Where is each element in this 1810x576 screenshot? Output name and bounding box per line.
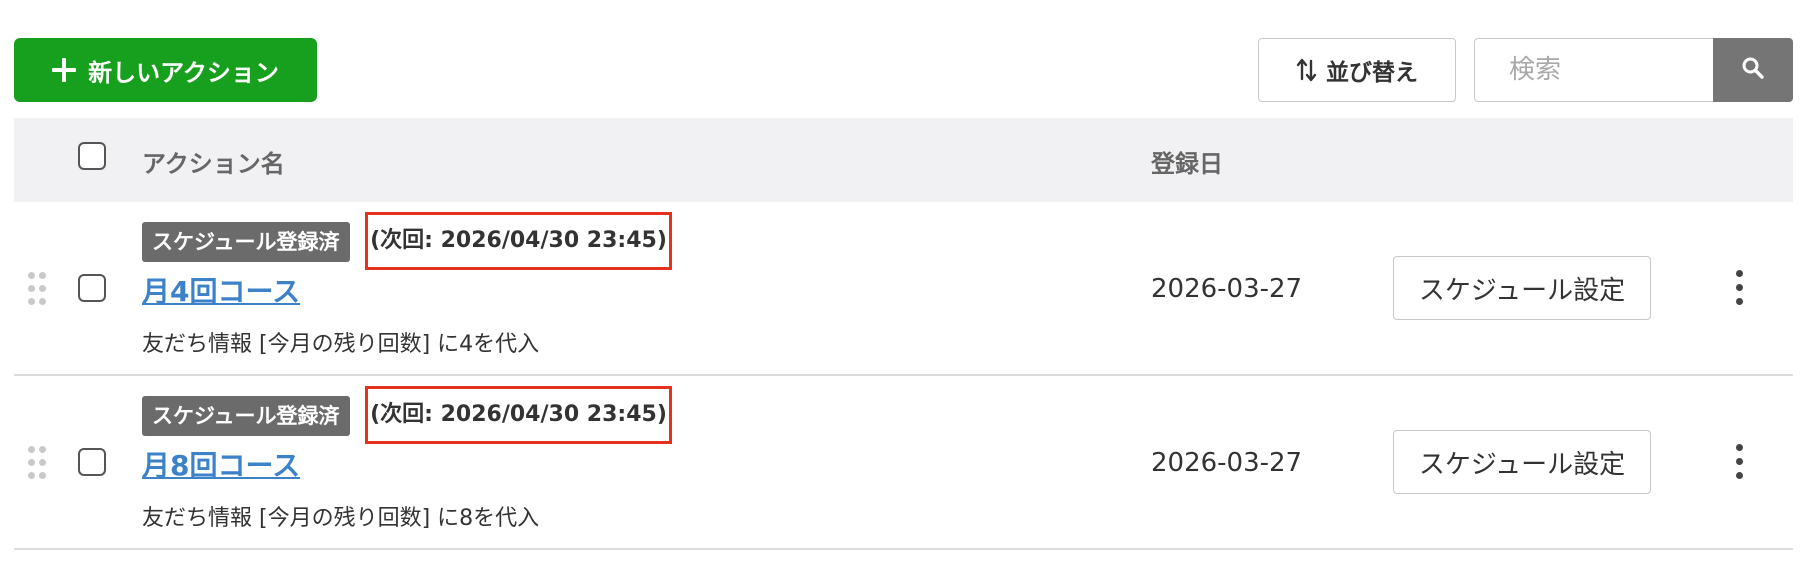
sort-button[interactable]: 並び替え — [1258, 38, 1456, 102]
registered-date: 2026-03-27 — [1151, 448, 1303, 478]
search-input[interactable] — [1474, 38, 1714, 102]
schedule-settings-button[interactable]: スケジュール設定 — [1393, 256, 1651, 320]
sort-label: 並び替え — [1326, 60, 1418, 86]
row-checkbox[interactable] — [78, 448, 106, 476]
new-action-label: 新しいアクション — [88, 58, 279, 87]
action-name-link[interactable]: 月8回コース — [142, 444, 300, 484]
next-run-time: (次回: 2026/04/30 23:45) — [365, 386, 672, 444]
action-name-link[interactable]: 月4回コース — [142, 270, 300, 310]
row-checkbox[interactable] — [78, 274, 106, 302]
status-badge: スケジュール登録済 — [142, 396, 350, 436]
status-badge: スケジュール登録済 — [142, 222, 350, 262]
column-header-action-name: アクション名 — [142, 150, 285, 178]
action-description: 友だち情報 [今月の残り回数] に8を代入 — [142, 506, 540, 531]
table-header: アクション名 登録日 — [14, 118, 1793, 202]
drag-handle-icon[interactable] — [28, 446, 50, 480]
search-icon — [1741, 56, 1765, 84]
search-button[interactable] — [1713, 38, 1793, 102]
table-row: スケジュール登録済 (次回: 2026/04/30 23:45) 月8回コース … — [14, 376, 1793, 550]
kebab-menu-icon[interactable] — [1730, 270, 1750, 306]
drag-handle-icon[interactable] — [28, 272, 50, 306]
select-all-checkbox[interactable] — [78, 142, 106, 170]
registered-date: 2026-03-27 — [1151, 274, 1303, 304]
schedule-settings-button[interactable]: スケジュール設定 — [1393, 430, 1651, 494]
new-action-button[interactable]: 新しいアクション — [14, 38, 317, 102]
next-run-time: (次回: 2026/04/30 23:45) — [365, 212, 672, 270]
plus-icon — [52, 58, 77, 82]
kebab-menu-icon[interactable] — [1730, 444, 1750, 480]
action-description: 友だち情報 [今月の残り回数] に4を代入 — [142, 332, 540, 357]
column-header-registered-date: 登録日 — [1151, 150, 1223, 178]
sort-arrows-icon — [1296, 57, 1318, 83]
table-row: スケジュール登録済 (次回: 2026/04/30 23:45) 月4回コース … — [14, 202, 1793, 376]
